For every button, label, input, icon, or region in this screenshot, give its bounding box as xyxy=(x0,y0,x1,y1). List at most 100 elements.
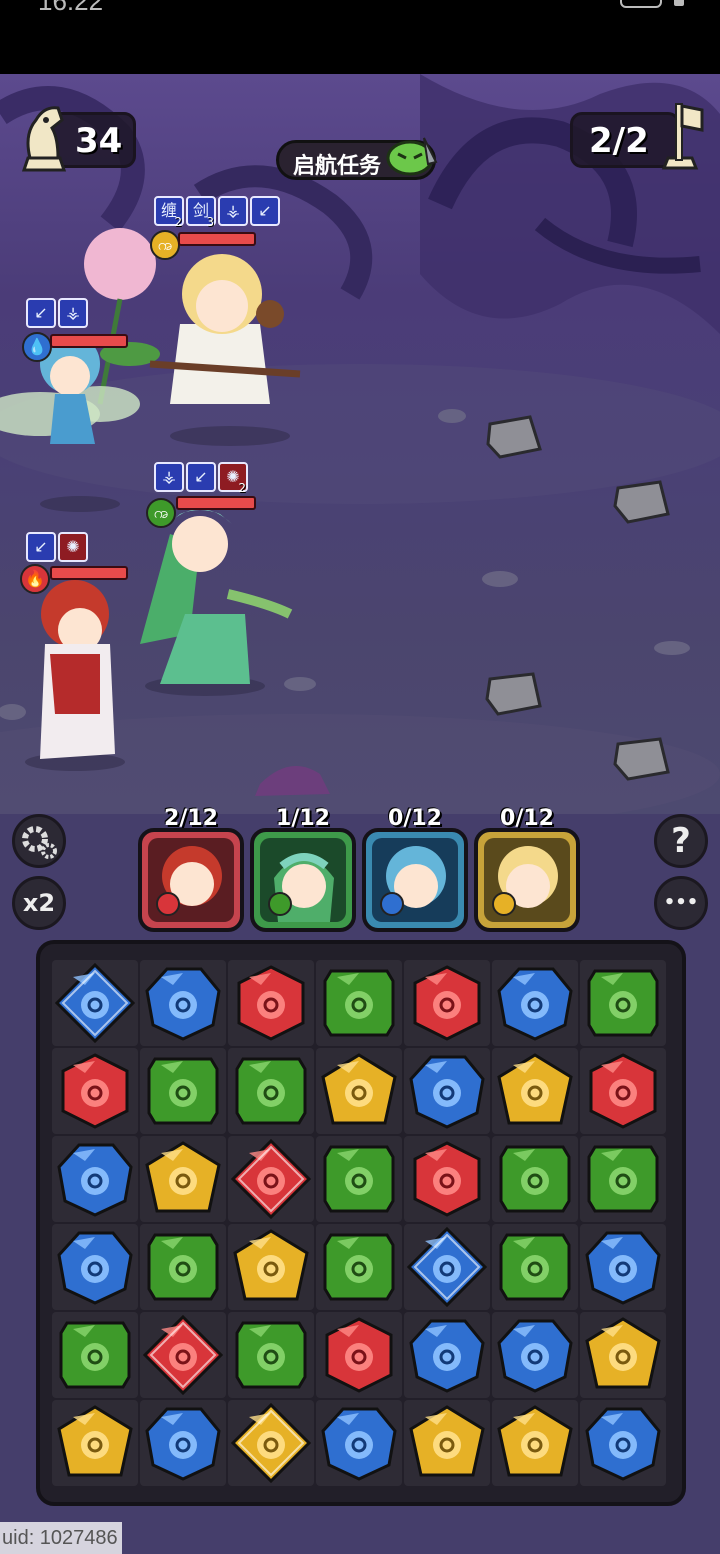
gem-cell[interactable] xyxy=(316,1136,402,1222)
gem-cell[interactable] xyxy=(492,1048,578,1134)
earth-element-icon: ꩠ xyxy=(150,230,180,260)
skill-bind-icon: 缠2 xyxy=(154,196,184,228)
water-gem-icon xyxy=(585,1231,661,1305)
gem-cell[interactable] xyxy=(492,1224,578,1310)
gem-cell[interactable] xyxy=(228,1400,314,1486)
water-gem-icon xyxy=(145,967,221,1041)
gem-cell[interactable] xyxy=(228,960,314,1046)
gem-cell[interactable] xyxy=(228,1136,314,1222)
water-hero-portrait[interactable] xyxy=(362,828,468,932)
gem-cell[interactable] xyxy=(404,1224,490,1310)
skill-spirit-icon: ⚶ xyxy=(58,298,88,328)
earth-gem-icon xyxy=(233,1229,309,1301)
help-label: ? xyxy=(671,821,691,861)
help-button[interactable]: ? xyxy=(654,814,708,868)
gem-cell[interactable] xyxy=(316,1400,402,1486)
fire-gem-icon xyxy=(325,1317,393,1393)
water-gem-icon xyxy=(409,1055,485,1129)
gem-cell[interactable] xyxy=(52,1400,138,1486)
gem-cell[interactable] xyxy=(492,1312,578,1398)
skill-spirit-icon: ⚶ xyxy=(218,196,248,226)
water-hero-skills: ↙ ⚶ xyxy=(26,298,88,328)
gem-cell[interactable] xyxy=(52,1136,138,1222)
flag-icon xyxy=(661,103,704,170)
speed-label: x2 xyxy=(22,889,56,917)
signal-icon xyxy=(674,0,684,6)
gem-cell[interactable] xyxy=(52,960,138,1046)
gem-cell[interactable] xyxy=(228,1224,314,1310)
gem-cell[interactable] xyxy=(580,1312,666,1398)
gem-cell[interactable] xyxy=(580,960,666,1046)
status-bar: 16:22 56 xyxy=(0,0,720,74)
wind-hero-skills: ⚶ ↙ ✺ 2 xyxy=(154,462,248,494)
gem-cell[interactable] xyxy=(492,960,578,1046)
gem-cell[interactable] xyxy=(492,1136,578,1222)
settings-button[interactable] xyxy=(12,814,66,868)
gem-cell[interactable] xyxy=(404,960,490,1046)
fire-gem-icon xyxy=(231,1139,311,1219)
wind-gem-icon xyxy=(147,1233,219,1301)
gem-cell[interactable] xyxy=(228,1048,314,1134)
wind-gem-icon xyxy=(323,1233,395,1301)
earth-gem-icon xyxy=(57,1405,133,1477)
speed-button[interactable]: x2 xyxy=(12,876,66,930)
fire-gem-icon xyxy=(589,1053,657,1129)
gem-cell[interactable] xyxy=(316,960,402,1046)
fire-gem-icon xyxy=(237,965,305,1041)
gem-cell[interactable] xyxy=(52,1224,138,1310)
earth-hero-face-icon xyxy=(492,846,558,916)
earth-gem-icon xyxy=(321,1053,397,1125)
water-gem-icon xyxy=(497,1319,573,1393)
earth-gem-icon xyxy=(585,1317,661,1389)
gem-cell[interactable] xyxy=(52,1048,138,1134)
gem-cell[interactable] xyxy=(580,1136,666,1222)
water-gem-icon xyxy=(145,1407,221,1481)
wind-hero-portrait[interactable] xyxy=(250,828,356,932)
gem-cell[interactable] xyxy=(580,1224,666,1310)
gem-cell[interactable] xyxy=(140,960,226,1046)
gem-cell[interactable] xyxy=(316,1312,402,1398)
gem-cell[interactable] xyxy=(404,1400,490,1486)
gem-cell[interactable] xyxy=(140,1224,226,1310)
fire-gem-icon xyxy=(413,1141,481,1217)
gem-cell[interactable] xyxy=(52,1312,138,1398)
more-label: ••• xyxy=(663,892,699,913)
skill-attack-icon: ↙ xyxy=(26,532,56,562)
water-gem-icon xyxy=(57,1231,133,1305)
gem-cell[interactable] xyxy=(140,1400,226,1486)
fire-hero-hp-bar xyxy=(50,566,128,580)
skill-attack-icon: ↙ xyxy=(186,462,216,492)
gem-cell[interactable] xyxy=(316,1224,402,1310)
slime-icon xyxy=(386,137,438,176)
earth-gem-icon xyxy=(231,1403,311,1483)
wind-gem-icon xyxy=(323,1145,395,1213)
gem-cell[interactable] xyxy=(404,1048,490,1134)
earth-hero-portrait[interactable] xyxy=(474,828,580,932)
gem-cell[interactable] xyxy=(228,1312,314,1398)
gem-cell[interactable] xyxy=(140,1136,226,1222)
water-gem-icon xyxy=(585,1407,661,1481)
wind-gem-icon xyxy=(499,1233,571,1301)
battery-icon: 56 xyxy=(620,0,662,8)
more-button[interactable]: ••• xyxy=(654,876,708,930)
fire-hero-portrait[interactable] xyxy=(138,828,244,932)
gem-cell[interactable] xyxy=(580,1400,666,1486)
skill-burst-icon: ✺ xyxy=(58,532,88,562)
water-element-icon: 💧 xyxy=(22,332,52,362)
wind-gem-icon xyxy=(235,1321,307,1389)
gear-icon xyxy=(22,826,57,859)
gem-cell[interactable] xyxy=(404,1312,490,1398)
gem-cell[interactable] xyxy=(140,1312,226,1398)
gem-cell[interactable] xyxy=(316,1048,402,1134)
gem-cell[interactable] xyxy=(140,1048,226,1134)
gem-cell[interactable] xyxy=(580,1048,666,1134)
wind-gem-icon xyxy=(587,969,659,1037)
quest-label: 启航任务 xyxy=(293,154,382,179)
wind-hero-face-icon xyxy=(268,853,334,922)
gem-cell[interactable] xyxy=(404,1136,490,1222)
fire-hero-skills: ↙ ✺ xyxy=(26,532,88,562)
wave-value: 2/2 xyxy=(589,121,649,161)
gem-cell[interactable] xyxy=(492,1400,578,1486)
water-gem-icon xyxy=(321,1407,397,1481)
wind-element-icon: ꩠ xyxy=(146,498,176,528)
